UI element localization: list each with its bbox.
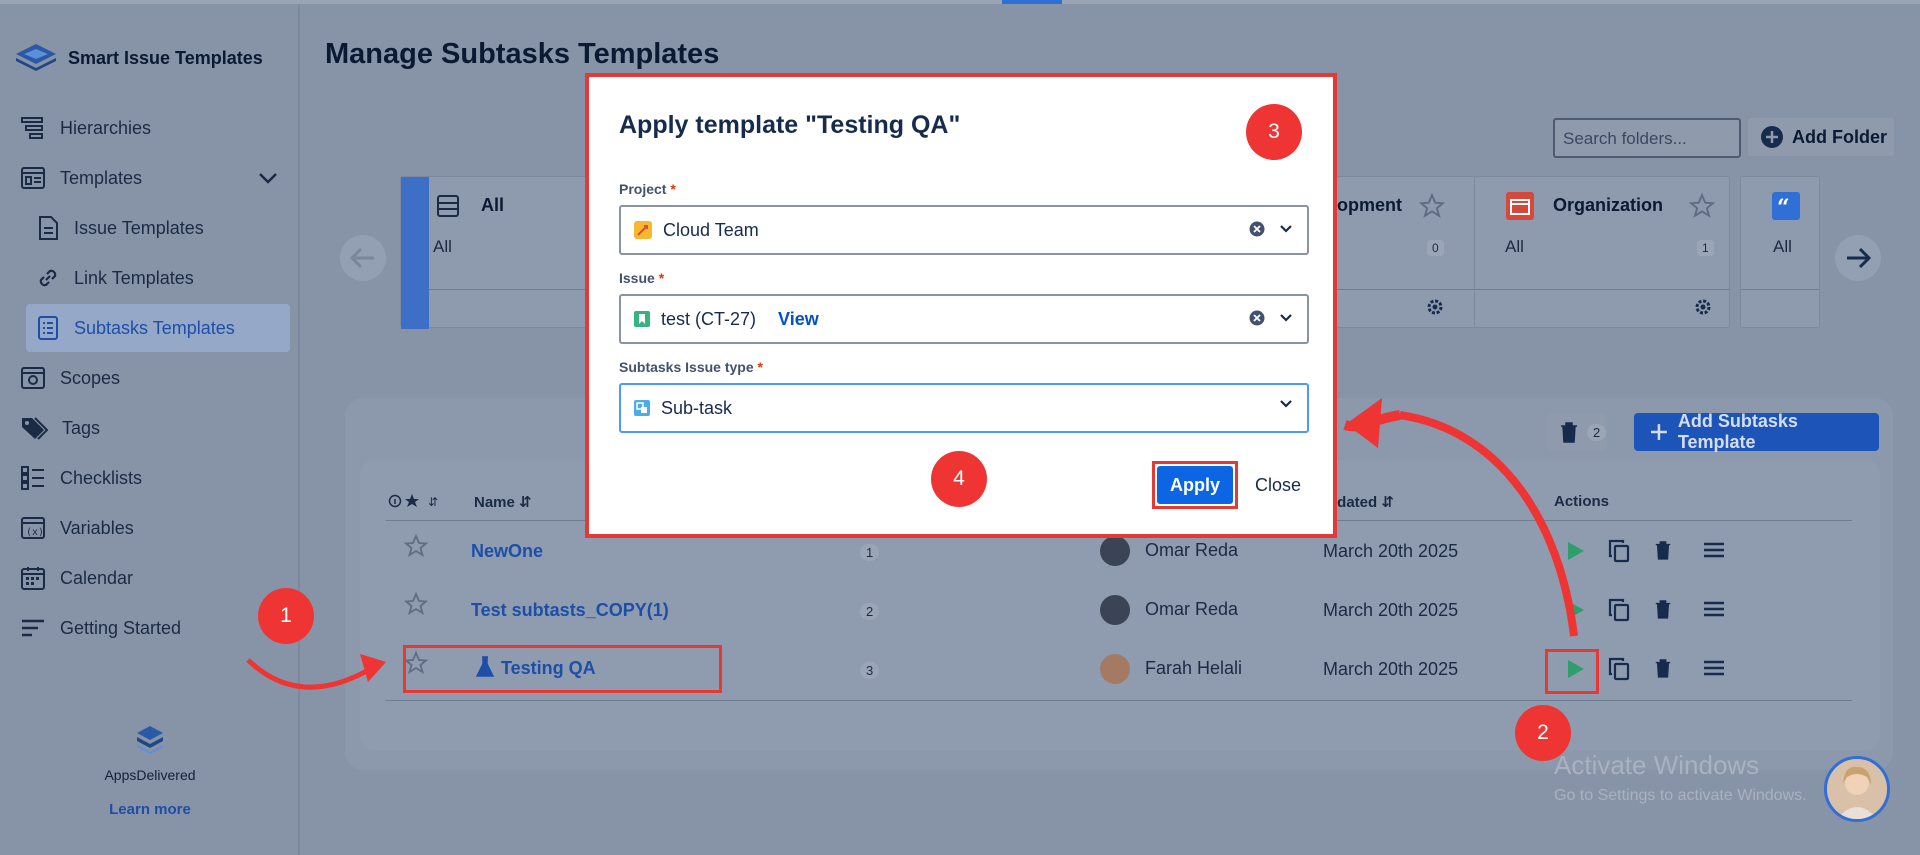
issue-type-select[interactable]: Sub-task xyxy=(619,383,1309,433)
windows-watermark: Activate Windows Go to Settings to activ… xyxy=(1554,750,1807,805)
help-avatar[interactable] xyxy=(1824,756,1890,822)
chevron-down-icon[interactable] xyxy=(1279,399,1293,409)
select-controls xyxy=(1249,221,1293,237)
chevron-down-icon[interactable] xyxy=(1279,224,1293,234)
watermark-line-1: Activate Windows xyxy=(1554,750,1760,780)
story-icon xyxy=(634,311,650,327)
subtask-icon xyxy=(634,400,650,416)
step-marker-1: 1 xyxy=(258,588,314,644)
view-issue-link[interactable]: View xyxy=(778,309,819,330)
issue-select[interactable]: test (CT-27) View xyxy=(619,294,1309,344)
step-marker-4: 4 xyxy=(931,451,987,507)
person-avatar-icon xyxy=(1827,759,1887,819)
apply-button[interactable]: Apply xyxy=(1157,466,1233,504)
issue-label-text: Issue xyxy=(619,270,655,286)
select-controls xyxy=(1279,399,1293,409)
project-icon xyxy=(634,221,652,239)
required-asterisk: * xyxy=(658,270,665,286)
project-select[interactable]: Cloud Team xyxy=(619,205,1309,255)
select-controls xyxy=(1249,310,1293,326)
issue-type-label-text: Subtasks Issue type xyxy=(619,359,754,375)
project-value: Cloud Team xyxy=(663,219,759,240)
issue-label: Issue * xyxy=(619,270,664,286)
project-label-text: Project xyxy=(619,181,667,197)
issue-type-value: Sub-task xyxy=(661,397,733,418)
watermark-line-2: Go to Settings to activate Windows. xyxy=(1554,787,1807,804)
chevron-down-icon[interactable] xyxy=(1279,313,1293,323)
required-asterisk: * xyxy=(670,181,676,197)
step-marker-3: 3 xyxy=(1246,104,1302,160)
close-button[interactable]: Close xyxy=(1248,466,1308,504)
dialog-title: Apply template "Testing QA" xyxy=(619,111,961,139)
issue-value: test (CT-27) xyxy=(661,308,757,329)
clear-icon[interactable] xyxy=(1249,310,1265,326)
clear-icon[interactable] xyxy=(1249,221,1265,237)
project-label: Project * xyxy=(619,181,676,197)
required-asterisk: * xyxy=(757,359,763,375)
issue-type-label: Subtasks Issue type * xyxy=(619,359,763,375)
